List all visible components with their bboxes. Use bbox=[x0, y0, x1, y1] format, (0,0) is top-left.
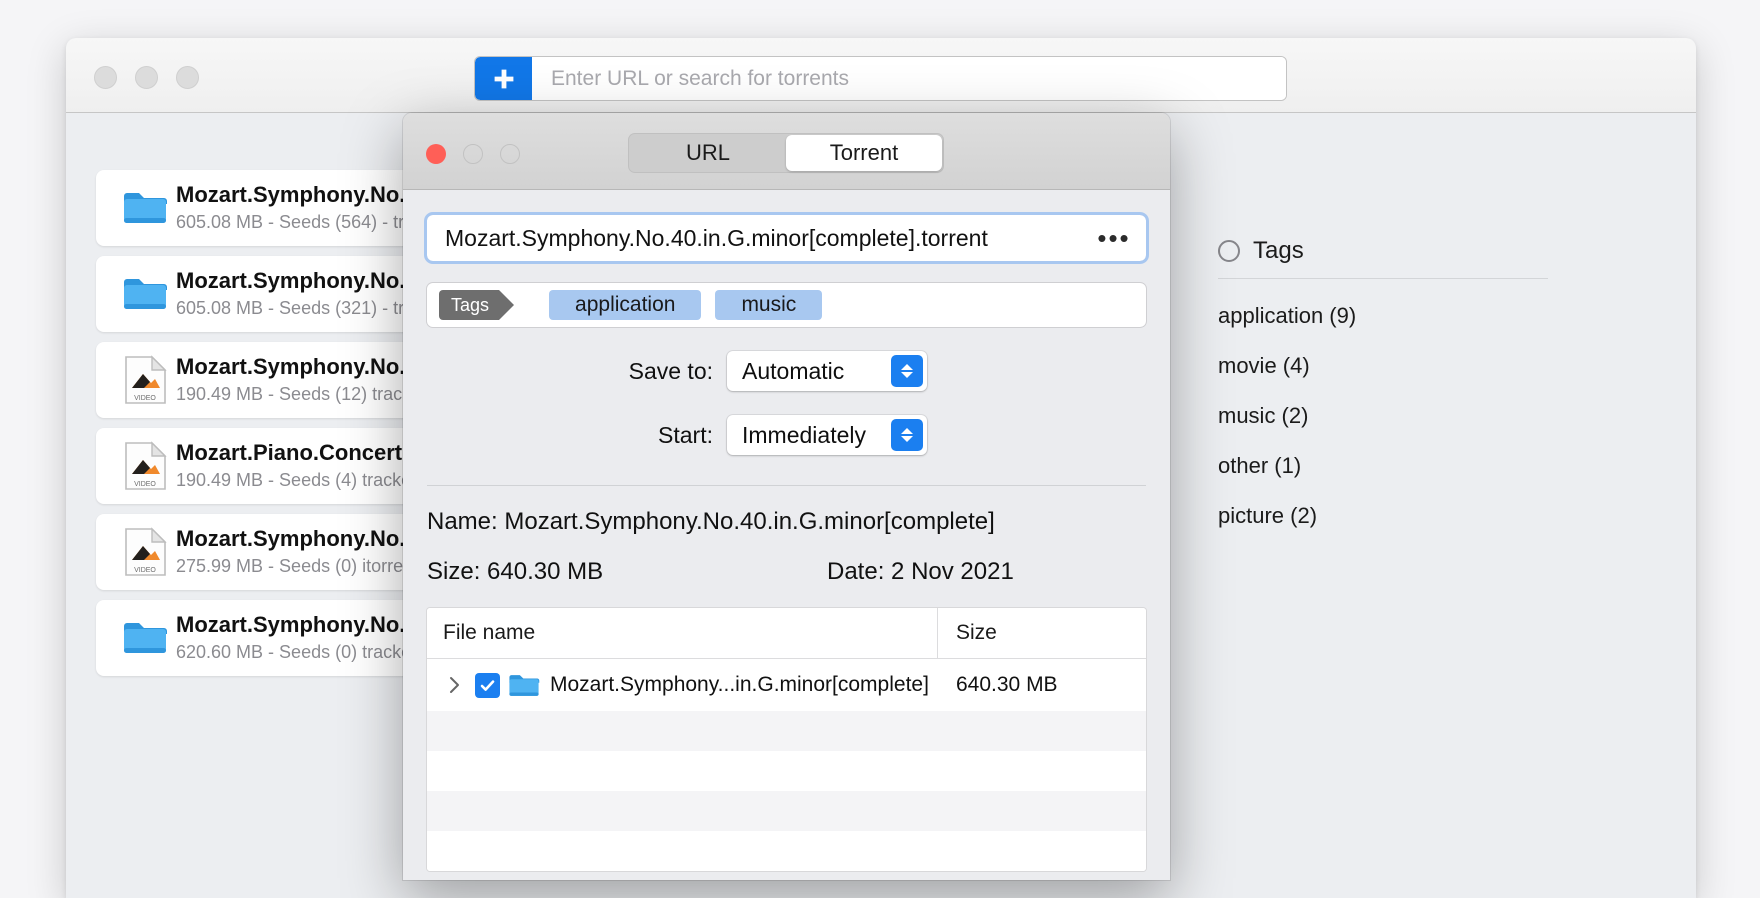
tags-sidebar-title: Tags bbox=[1253, 237, 1304, 265]
video-file-icon: VIDEO bbox=[123, 441, 167, 491]
dialog-close-button[interactable] bbox=[426, 144, 446, 164]
dialog-zoom-button bbox=[500, 144, 520, 164]
dialog-minimize-button bbox=[463, 144, 483, 164]
tags-sidebar-item[interactable]: movie (4) bbox=[1218, 353, 1548, 379]
video-file-icon: VIDEO bbox=[114, 441, 176, 491]
save-to-row: Save to: Automatic bbox=[403, 351, 1170, 391]
folder-icon bbox=[122, 620, 168, 656]
start-value: Immediately bbox=[727, 422, 866, 449]
file-table: File name Size Mozart.Symphony...in.G.mi… bbox=[427, 608, 1146, 871]
column-header-size[interactable]: Size bbox=[937, 608, 1146, 658]
folder-icon bbox=[114, 620, 176, 656]
torrent-date: Date: 2 Nov 2021 bbox=[827, 558, 1014, 586]
tags-field[interactable]: Tags application music bbox=[427, 283, 1146, 327]
plus-icon bbox=[491, 66, 517, 92]
chevron-up-icon bbox=[901, 364, 913, 370]
dialog-body: ••• Tags application music Save to: Autom… bbox=[403, 190, 1170, 871]
tags-field-label: Tags bbox=[439, 290, 499, 320]
start-label: Start: bbox=[403, 422, 727, 449]
video-file-icon: VIDEO bbox=[123, 355, 167, 405]
tag-token[interactable]: application bbox=[549, 290, 701, 320]
dialog-traffic-lights bbox=[426, 144, 520, 164]
svg-text:VIDEO: VIDEO bbox=[134, 567, 156, 574]
file-field-row: ••• bbox=[403, 190, 1170, 261]
segment-torrent[interactable]: Torrent bbox=[786, 135, 942, 171]
file-table-filler bbox=[427, 711, 1146, 751]
file-table-filler bbox=[427, 791, 1146, 831]
svg-text:VIDEO: VIDEO bbox=[134, 395, 156, 402]
circle-icon bbox=[1218, 240, 1240, 262]
torrent-size-value: 640.30 MB bbox=[487, 558, 603, 585]
tags-sidebar-header: Tags bbox=[1218, 237, 1548, 279]
add-torrent-dialog: URLTorrent ••• Tags application music Sav… bbox=[403, 113, 1170, 880]
torrent-name-line: Name: Mozart.Symphony.No.40.in.G.minor[c… bbox=[427, 508, 1146, 536]
window-traffic-lights bbox=[94, 66, 199, 89]
folder-icon bbox=[122, 190, 168, 226]
file-table-header: File name Size bbox=[427, 608, 1146, 659]
add-torrent-button[interactable] bbox=[475, 57, 532, 100]
dialog-titlebar: URLTorrent bbox=[403, 113, 1170, 190]
video-file-icon: VIDEO bbox=[123, 527, 167, 577]
file-table-filler bbox=[427, 751, 1146, 791]
minimize-button[interactable] bbox=[135, 66, 158, 89]
torrent-name-value: Mozart.Symphony.No.40.in.G.minor[complet… bbox=[504, 508, 994, 535]
browse-button[interactable]: ••• bbox=[1085, 218, 1143, 258]
save-to-label: Save to: bbox=[403, 358, 727, 385]
folder-icon bbox=[114, 190, 176, 226]
source-type-segmented-control: URLTorrent bbox=[628, 133, 944, 173]
tag-token-list: application music bbox=[531, 290, 822, 320]
chevron-updown-icon[interactable] bbox=[891, 419, 923, 451]
screen: Mozart.Symphony.No.40.in.G.minor[complet… bbox=[0, 0, 1760, 880]
segment-url[interactable]: URL bbox=[630, 135, 786, 171]
file-checkbox[interactable] bbox=[475, 673, 500, 698]
torrent-file-input[interactable] bbox=[427, 225, 1085, 252]
video-file-icon: VIDEO bbox=[114, 355, 176, 405]
search-input[interactable] bbox=[532, 57, 1286, 100]
tags-sidebar-list: application (9) movie (4) music (2) other (… bbox=[1218, 303, 1548, 529]
tags-sidebar-item[interactable]: music (2) bbox=[1218, 403, 1548, 429]
torrent-info: Name: Mozart.Symphony.No.40.in.G.minor[c… bbox=[403, 508, 1170, 586]
start-row: Start: Immediately bbox=[403, 415, 1170, 455]
torrent-name-label: Name: bbox=[427, 508, 498, 535]
save-to-popup[interactable]: Automatic bbox=[727, 351, 927, 391]
file-table-row[interactable]: Mozart.Symphony...in.G.minor[complete]64… bbox=[427, 659, 1146, 711]
folder-icon bbox=[122, 276, 168, 312]
file-row-name: Mozart.Symphony...in.G.minor[complete] bbox=[540, 673, 956, 697]
svg-text:VIDEO: VIDEO bbox=[134, 481, 156, 488]
chevron-down-icon bbox=[901, 372, 913, 378]
torrent-date-value: 2 Nov 2021 bbox=[891, 558, 1014, 585]
chevron-down-icon bbox=[901, 436, 913, 442]
video-file-icon: VIDEO bbox=[114, 527, 176, 577]
torrent-size: Size: 640.30 MB bbox=[427, 558, 827, 586]
url-search-bar bbox=[475, 57, 1286, 100]
zoom-button[interactable] bbox=[176, 66, 199, 89]
folder-icon bbox=[114, 276, 176, 312]
file-table-body: Mozart.Symphony...in.G.minor[complete]64… bbox=[427, 659, 1146, 711]
close-button[interactable] bbox=[94, 66, 117, 89]
column-header-file-name[interactable]: File name bbox=[427, 621, 937, 645]
torrent-size-label: Size: bbox=[427, 558, 480, 585]
folder-icon bbox=[508, 673, 540, 698]
file-row-size: 640.30 MB bbox=[956, 673, 1146, 697]
tags-sidebar: Tags application (9) movie (4) music (2) ot… bbox=[1218, 237, 1548, 529]
torrent-date-label: Date: bbox=[827, 558, 884, 585]
file-table-filler bbox=[427, 831, 1146, 871]
save-to-value: Automatic bbox=[727, 358, 844, 385]
tags-sidebar-item[interactable]: picture (2) bbox=[1218, 503, 1548, 529]
chevron-updown-icon[interactable] bbox=[891, 355, 923, 387]
chevron-up-icon bbox=[901, 428, 913, 434]
main-window-titlebar bbox=[66, 38, 1696, 113]
torrent-size-date-line: Size: 640.30 MB Date: 2 Nov 2021 bbox=[427, 558, 1146, 586]
tags-sidebar-item[interactable]: application (9) bbox=[1218, 303, 1548, 329]
tag-token[interactable]: music bbox=[715, 290, 822, 320]
chevron-right-icon[interactable] bbox=[427, 676, 469, 694]
torrent-file-field: ••• bbox=[427, 215, 1146, 261]
start-popup[interactable]: Immediately bbox=[727, 415, 927, 455]
tags-sidebar-item[interactable]: other (1) bbox=[1218, 453, 1548, 479]
divider bbox=[427, 485, 1146, 486]
